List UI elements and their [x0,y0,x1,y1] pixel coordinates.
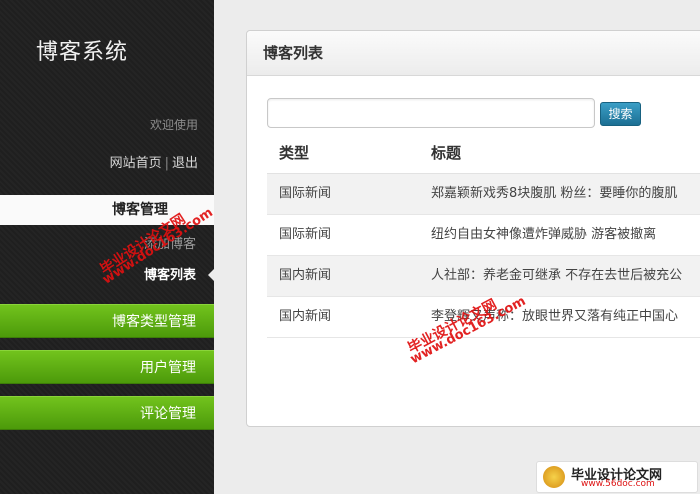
home-link[interactable]: 网站首页 [110,156,162,171]
nav-item-blog-list-label: 博客列表 [143,268,196,283]
app-title: 博客系统 [36,40,129,65]
logout-link[interactable]: 退出 [172,156,198,171]
cell-type: 国内新闻 [279,268,332,283]
sidebar: 博客系统 欢迎使用 网站首页 | 退出 博客管理 添加博客 博客列表 博客类型管理 … [0,0,214,494]
cell-type: 国际新闻 [279,227,332,242]
panel-title: 博客列表 [247,31,700,76]
link-separator: | [164,156,169,171]
column-header-type: 类型 [279,144,310,162]
logo-icon [543,466,565,488]
search-button[interactable]: 搜索 [600,102,641,126]
user-management-button[interactable]: 用户管理 [0,350,214,384]
watermark-logo: 毕业设计论文网 www.56doc.com [536,461,698,493]
table-row[interactable]: 国际新闻 纽约自由女神像遭炸弹威胁 游客被撤离 [267,215,700,256]
search-input[interactable] [267,98,595,128]
cell-type: 国内新闻 [279,309,332,324]
top-links: 网站首页 | 退出 [110,152,198,171]
table-row[interactable]: 国内新闻 人社部：养老金可继承 不存在去世后被充公 [267,256,700,297]
welcome-text: 欢迎使用 [149,118,198,132]
table-row[interactable]: 国际新闻 郑嘉颖新戏秀8块腹肌 粉丝：要睡你的腹肌 [267,174,700,215]
cell-title[interactable]: 郑嘉颖新戏秀8块腹肌 粉丝：要睡你的腹肌 [431,174,677,214]
comment-management-button[interactable]: 评论管理 [0,396,214,430]
cell-title[interactable]: 人社部：养老金可继承 不存在去世后被充公 [431,256,682,296]
blog-type-management-button[interactable]: 博客类型管理 [0,304,214,338]
cell-type: 国际新闻 [279,186,332,201]
logo-url: www.56doc.com [581,479,655,489]
cell-title[interactable]: 纽约自由女神像遭炸弹威胁 游客被撤离 [431,215,656,255]
column-header-title: 标题 [431,144,462,162]
table-header: 类型 标题 [267,133,700,174]
active-caret-icon [208,269,214,281]
blog-list-panel: 博客列表 搜索 类型 标题 国际新闻 郑嘉颖新戏秀8块腹肌 粉丝：要睡你的腹肌 … [246,30,700,427]
